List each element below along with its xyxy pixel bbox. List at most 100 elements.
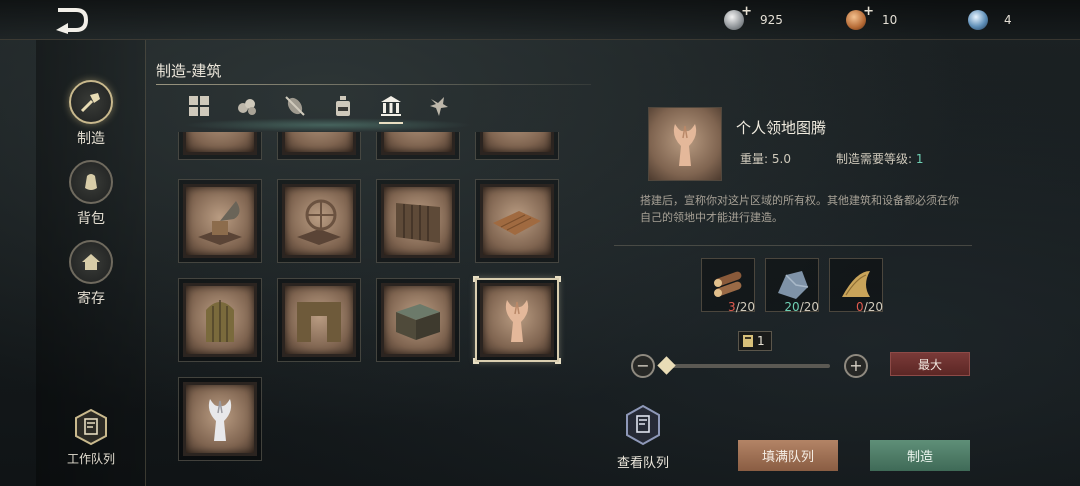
orb-amount: 4 [1004, 13, 1012, 27]
wooden-door-icon [206, 300, 234, 342]
door-frame-icon [297, 302, 341, 342]
material-have: 3 [728, 300, 736, 314]
tab-resources[interactable] [231, 90, 263, 122]
weight-value: 5.0 [771, 152, 791, 166]
nav-storage-label: 寄存 [77, 291, 105, 307]
house-icon [69, 240, 113, 284]
tab-potions[interactable] [327, 90, 359, 122]
silver-totem-icon [208, 399, 232, 441]
material-fiber: 0/20 [829, 258, 883, 314]
selection-corner [555, 358, 561, 364]
material-count: 20/20 [784, 300, 819, 314]
bronze-coin-icon[interactable]: + [846, 4, 874, 30]
building-icon [381, 96, 401, 116]
material-logs: 3/20 [701, 258, 755, 314]
material-count: 3/20 [728, 300, 755, 314]
resource-icon [238, 99, 256, 115]
item-description: 搭建后，宣称你对这片区域的所有权。其他建筑和设备都必须在你自己的领地中才能进行建… [640, 194, 959, 224]
bottle-icon [336, 96, 350, 116]
decrease-button[interactable]: − [631, 354, 655, 378]
blue-orb-icon [968, 10, 988, 30]
tab-creatures[interactable] [423, 90, 455, 122]
item-slot-wooden-crate[interactable] [376, 278, 460, 362]
calculator-icon [743, 335, 753, 347]
quantity-value: 1 [757, 334, 765, 348]
nav-craft[interactable]: 制造 [36, 80, 146, 148]
wooden-floor-icon [493, 211, 541, 235]
crate-icon [396, 304, 440, 340]
pouch-icon [69, 160, 113, 204]
weight-label: 重量: [740, 152, 769, 166]
item-slot-spinning-wheel[interactable] [277, 179, 361, 263]
category-title: 制造-建筑 [156, 62, 222, 80]
material-need: /20 [799, 300, 819, 314]
creature-icon [430, 97, 448, 116]
nav-storage[interactable]: 寄存 [36, 240, 146, 308]
item-slot-gramophone[interactable] [178, 179, 262, 263]
material-have: 20 [784, 300, 800, 314]
item-slot-door-frame[interactable] [277, 278, 361, 362]
queue-hex-icon [73, 408, 109, 446]
top-bar [0, 0, 1080, 40]
currency-orb: 4 [968, 8, 1012, 32]
silver-amount: 925 [760, 13, 783, 27]
material-have: 0 [856, 300, 864, 314]
currency-bronze: + 10 [846, 4, 897, 32]
level-value: 1 [915, 152, 924, 166]
quantity-display: 1 [738, 331, 772, 351]
detail-thumbnail [648, 107, 722, 181]
item-slot-wooden-door[interactable] [178, 278, 262, 362]
item-slot-wooden-gate[interactable] [376, 179, 460, 263]
view-queue-button[interactable]: 查看队列 [612, 404, 674, 471]
item-slot-wooden-floor[interactable] [475, 179, 559, 263]
plant-icon [285, 96, 305, 116]
nav-backpack-label: 背包 [77, 211, 105, 227]
item-slot[interactable] [277, 132, 361, 160]
logs-icon [714, 271, 742, 297]
stone-icon [778, 271, 809, 299]
max-button[interactable]: 最大 [890, 352, 970, 376]
back-arrow-icon [56, 8, 89, 34]
item-slot-silver-totem[interactable] [178, 377, 262, 461]
gramophone-icon [198, 201, 242, 245]
selection-corner [473, 276, 479, 282]
material-count: 0/20 [856, 300, 883, 314]
nav-backpack[interactable]: 背包 [36, 160, 146, 228]
nav-work-queue[interactable]: 工作队列 [36, 408, 146, 467]
silver-coin-icon[interactable]: + [724, 4, 752, 30]
quantity-slider-track[interactable] [660, 364, 830, 368]
item-slot[interactable] [376, 132, 460, 160]
category-tabs [183, 90, 473, 124]
item-slot-territory-totem[interactable] [473, 276, 561, 364]
fiber-icon [842, 271, 870, 297]
level-label: 制造需要等级: [836, 152, 913, 166]
back-button[interactable] [52, 6, 92, 34]
level-stat: 制造需要等级: 1 [836, 150, 924, 167]
spinning-wheel-icon [297, 199, 341, 245]
craft-button[interactable]: 制造 [870, 440, 970, 471]
totem-icon [673, 124, 697, 166]
hammer-icon [69, 80, 113, 124]
wooden-gate-icon [396, 203, 440, 243]
item-slot[interactable] [475, 132, 559, 160]
tab-all[interactable] [183, 90, 215, 122]
increase-button[interactable]: + [844, 354, 868, 378]
queue-hex-icon [624, 404, 662, 446]
item-grid [170, 132, 600, 472]
tab-plants[interactable] [279, 90, 311, 122]
material-stone: 20/20 [765, 258, 819, 314]
totem-icon [505, 300, 529, 342]
nav-craft-label: 制造 [77, 131, 105, 147]
fill-queue-button[interactable]: 填满队列 [738, 440, 838, 471]
nav-work-queue-label: 工作队列 [66, 452, 115, 466]
item-slot[interactable] [178, 132, 262, 160]
material-need: /20 [735, 300, 755, 314]
quantity-slider-handle[interactable] [657, 356, 676, 375]
minus-icon: − [636, 356, 650, 375]
tab-buildings[interactable] [375, 90, 407, 124]
material-need: /20 [863, 300, 883, 314]
selection-corner [473, 358, 479, 364]
category-divider [156, 84, 591, 85]
item-name: 个人领地图腾 [736, 119, 827, 137]
view-queue-label: 查看队列 [616, 456, 669, 471]
